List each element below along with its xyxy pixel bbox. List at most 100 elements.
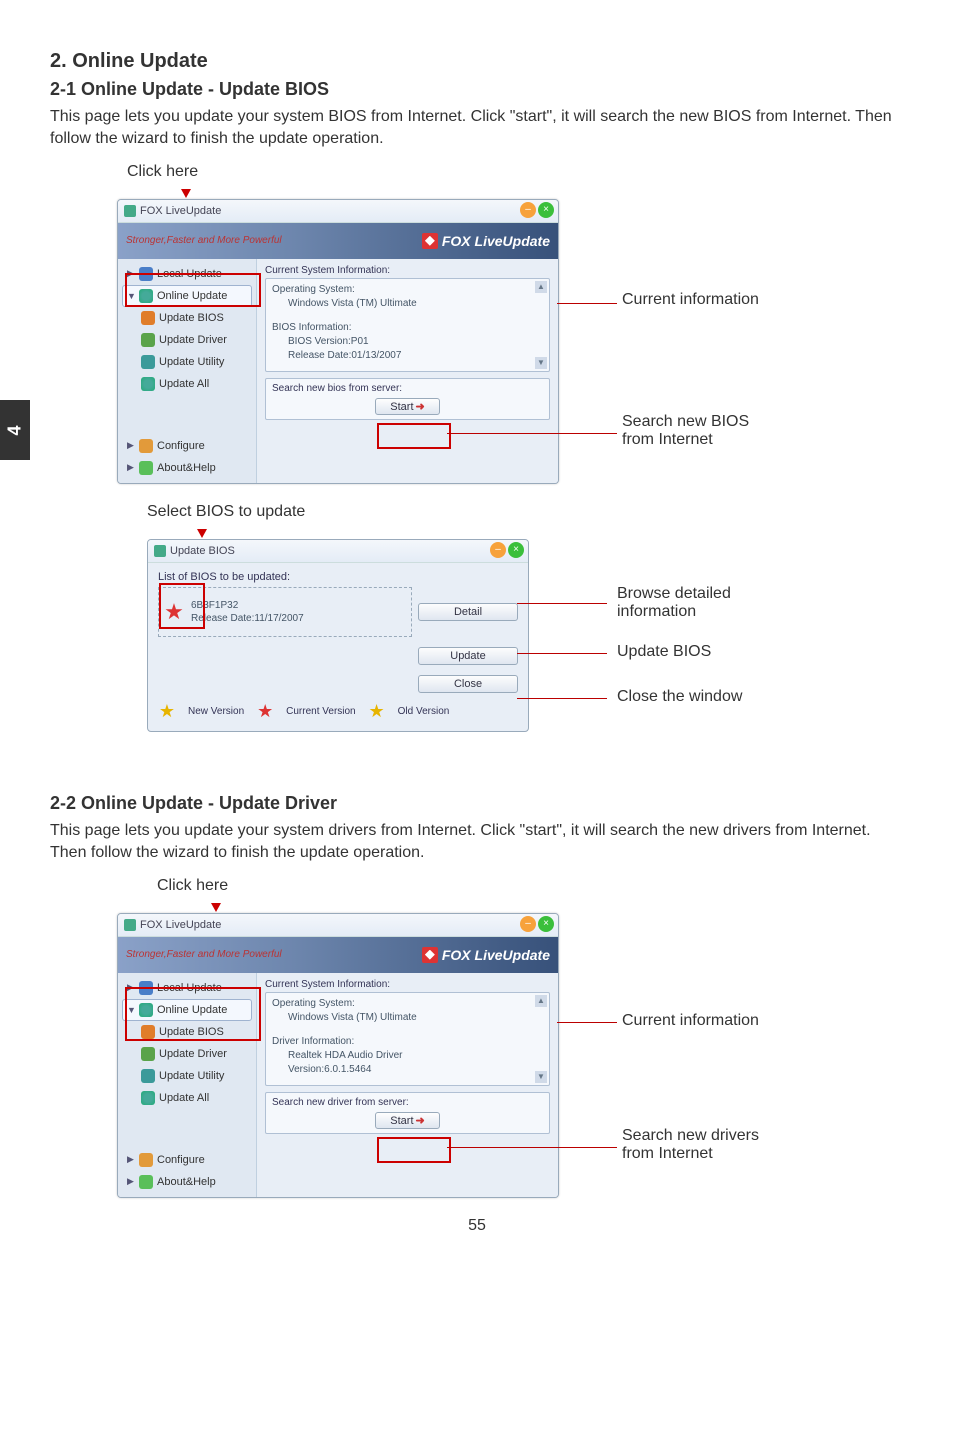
update-all-icon — [141, 377, 155, 391]
click-here-label-1: Click here — [127, 163, 857, 181]
configure-icon — [139, 1153, 153, 1167]
sidebar-item-configure[interactable]: ▶ Configure — [122, 1149, 252, 1171]
callout-search-drivers: Search new drivers from Internet — [622, 1127, 759, 1163]
search-label: Search new bios from server: — [272, 383, 543, 394]
update-utility-icon — [141, 355, 155, 369]
driver-label: Driver Information: — [272, 1035, 543, 1049]
select-bios-label: Select BIOS to update — [147, 503, 857, 521]
info-box: Operating System: Windows Vista (TM) Ult… — [265, 278, 550, 372]
detail-button[interactable]: Detail — [418, 603, 518, 621]
caret-down-icon: ▼ — [127, 1005, 135, 1015]
update-button[interactable]: Update — [418, 647, 518, 665]
update-driver-icon — [141, 1047, 155, 1061]
legend-current: Current Version — [286, 706, 355, 717]
search-section: Search new bios from server: Start➜ — [265, 378, 550, 420]
brand-label: FOX LiveUpdate — [422, 947, 550, 963]
title-bar: FOX LiveUpdate – × — [118, 914, 558, 937]
sidebar-item-about-help[interactable]: ▶ About&Help — [122, 1171, 252, 1193]
fox-icon — [422, 233, 438, 249]
caret-right-icon: ▶ — [127, 1176, 135, 1187]
scroll-up-icon[interactable]: ▲ — [535, 281, 547, 293]
panel-heading: Current System Information: — [265, 979, 550, 990]
brand-label: FOX LiveUpdate — [422, 233, 550, 249]
scroll-up-icon[interactable]: ▲ — [535, 995, 547, 1007]
callout-close: Close the window — [617, 688, 742, 706]
caret-right-icon: ▶ — [127, 440, 135, 451]
help-icon — [139, 461, 153, 475]
start-button[interactable]: Start➜ — [375, 398, 439, 415]
callout-line — [517, 698, 607, 700]
bios-date: Release Date:01/13/2007 — [272, 349, 543, 363]
minimize-button[interactable]: – — [520, 202, 536, 218]
sidebar-item-update-driver[interactable]: Update Driver — [122, 329, 252, 351]
update-bios-icon — [141, 1025, 155, 1039]
figure-1: Click here FOX LiveUpdate – × Stronger,F… — [97, 163, 857, 473]
caret-right-icon: ▶ — [127, 268, 135, 279]
fox-icon — [422, 947, 438, 963]
window-title: FOX LiveUpdate — [140, 919, 221, 931]
start-arrow-icon: ➜ — [416, 401, 425, 413]
callout-line — [517, 653, 607, 655]
minimize-button[interactable]: – — [490, 542, 506, 558]
sidebar-item-local-update[interactable]: ▶ Local Update — [122, 977, 252, 999]
sidebar-item-update-bios[interactable]: Update BIOS — [122, 307, 252, 329]
app-icon — [124, 919, 136, 931]
bios-release-date: Release Date:11/17/2007 — [191, 612, 304, 625]
window-title: FOX LiveUpdate — [140, 205, 221, 217]
os-value: Windows Vista (TM) Ultimate — [272, 297, 543, 311]
legend-old: Old Version — [398, 706, 450, 717]
local-update-icon — [139, 267, 153, 281]
app-banner: Stronger,Faster and More Powerful FOX Li… — [118, 937, 558, 973]
app-banner: Stronger,Faster and More Powerful FOX Li… — [118, 223, 558, 259]
close-button[interactable]: × — [538, 202, 554, 218]
close-button[interactable]: × — [508, 542, 524, 558]
callout-search-bios: Search new BIOS from Internet — [622, 413, 749, 449]
legend-new: New Version — [188, 706, 244, 717]
help-icon — [139, 1175, 153, 1189]
os-label: Operating System: — [272, 283, 543, 297]
callout-line — [557, 303, 617, 305]
local-update-icon — [139, 981, 153, 995]
sidebar-item-configure[interactable]: ▶ Configure — [122, 435, 252, 457]
caret-right-icon: ▶ — [127, 982, 135, 993]
sidebar-item-local-update[interactable]: ▶ Local Update — [122, 263, 252, 285]
bios-list-item[interactable]: ★ 6B3F1P32 Release Date:11/17/2007 — [158, 587, 412, 637]
star-old-icon: ★ — [368, 703, 386, 721]
sidebar: ▶ Local Update ▼ Online Update Update BI… — [118, 973, 257, 1197]
sidebar-item-online-update[interactable]: ▼ Online Update — [122, 285, 252, 307]
scroll-down-icon[interactable]: ▼ — [535, 357, 547, 369]
caret-down-icon: ▼ — [127, 291, 135, 301]
figure-2: Select BIOS to update Update BIOS – × Li… — [97, 503, 857, 763]
sidebar-item-update-bios[interactable]: Update BIOS — [122, 1021, 252, 1043]
sidebar-item-update-all[interactable]: Update All — [122, 373, 252, 395]
update-utility-icon — [141, 1069, 155, 1083]
sidebar-item-update-driver[interactable]: Update Driver — [122, 1043, 252, 1065]
minimize-button[interactable]: – — [520, 916, 536, 932]
sidebar-item-about-help[interactable]: ▶ About&Help — [122, 457, 252, 479]
sidebar-item-update-utility[interactable]: Update Utility — [122, 1065, 252, 1087]
online-update-icon — [139, 1003, 153, 1017]
subsection-title-2: 2-2 Online Update - Update Driver — [50, 793, 904, 814]
sidebar-item-update-utility[interactable]: Update Utility — [122, 351, 252, 373]
main-panel: Current System Information: Operating Sy… — [257, 973, 558, 1197]
star-new-icon: ★ — [158, 703, 176, 721]
close-button[interactable]: × — [538, 916, 554, 932]
configure-icon — [139, 439, 153, 453]
callout-line — [447, 433, 617, 435]
slogan-text: Stronger,Faster and More Powerful — [126, 235, 282, 246]
chapter-tab: 4 — [0, 400, 30, 460]
sidebar-item-update-all[interactable]: Update All — [122, 1087, 252, 1109]
driver-version: Version:6.0.1.5464 — [272, 1063, 543, 1077]
search-section: Search new driver from server: Start➜ — [265, 1092, 550, 1134]
scroll-down-icon[interactable]: ▼ — [535, 1071, 547, 1083]
close-dialog-button[interactable]: Close — [418, 675, 518, 693]
subsection-title-1: 2-1 Online Update - Update BIOS — [50, 79, 904, 100]
bios-version: BIOS Version:P01 — [272, 335, 543, 349]
sidebar-item-online-update[interactable]: ▼ Online Update — [122, 999, 252, 1021]
callout-line — [447, 1147, 617, 1149]
caret-right-icon: ▶ — [127, 462, 135, 473]
star-current-icon: ★ — [256, 703, 274, 721]
start-button[interactable]: Start➜ — [375, 1112, 439, 1129]
search-label: Search new driver from server: — [272, 1097, 543, 1108]
section-title: 2. Online Update — [50, 50, 904, 73]
